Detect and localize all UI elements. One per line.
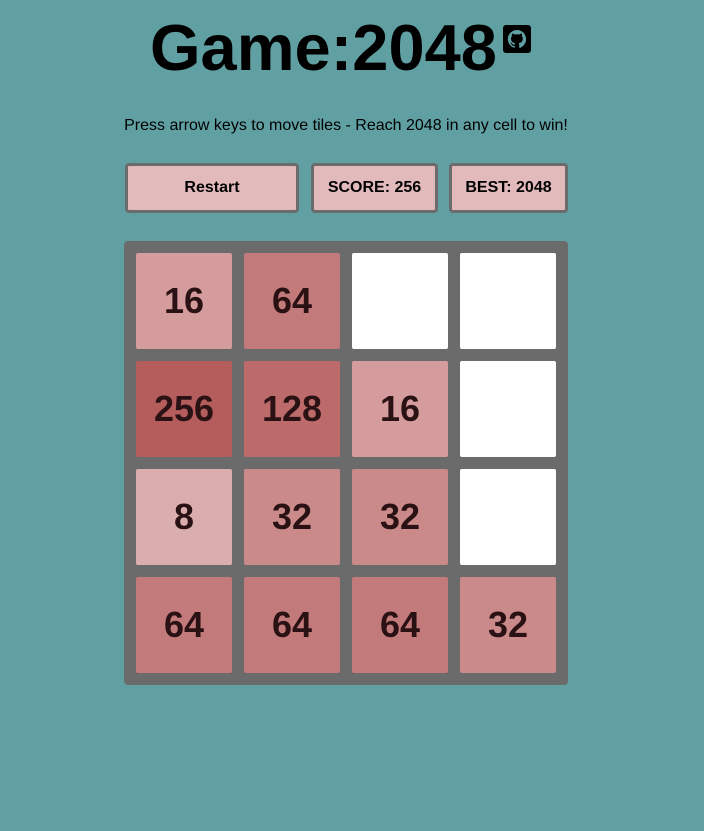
- instructions-text: Press arrow keys to move tiles - Reach 2…: [124, 117, 568, 134]
- tile-16: 16: [136, 253, 232, 349]
- game-board: 16 64 256 128 16 8 32 32 64 64 64 32: [124, 241, 568, 685]
- tile-32: 32: [460, 577, 556, 673]
- empty-cell: [352, 253, 448, 349]
- empty-cell: [460, 469, 556, 565]
- tile-64: 64: [352, 577, 448, 673]
- tile-32: 32: [352, 469, 448, 565]
- tile-256: 256: [136, 361, 232, 457]
- empty-cell: [460, 361, 556, 457]
- tile-64: 64: [136, 577, 232, 673]
- github-icon-glyph: [507, 30, 527, 48]
- page-title: Game:2048: [150, 11, 497, 84]
- tile-32: 32: [244, 469, 340, 565]
- restart-button[interactable]: Restart: [125, 163, 299, 213]
- empty-cell: [460, 253, 556, 349]
- score-display: SCORE: 256: [311, 163, 438, 213]
- github-icon[interactable]: [503, 25, 531, 53]
- tile-64: 64: [244, 253, 340, 349]
- tile-64: 64: [244, 577, 340, 673]
- tile-16: 16: [352, 361, 448, 457]
- tile-128: 128: [244, 361, 340, 457]
- best-score-display: BEST: 2048: [449, 163, 568, 213]
- tile-8: 8: [136, 469, 232, 565]
